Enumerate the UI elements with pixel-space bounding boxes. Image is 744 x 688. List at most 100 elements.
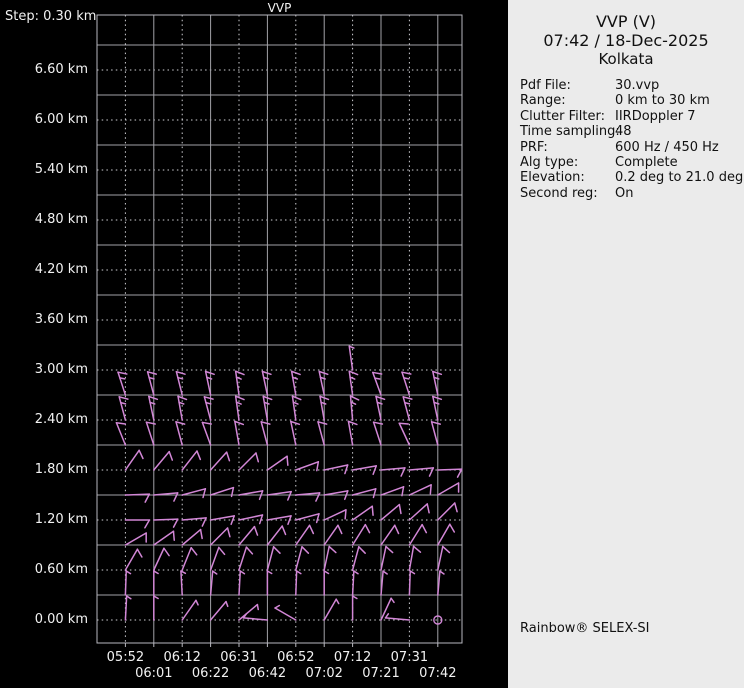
field-value: Complete bbox=[615, 155, 678, 170]
wind-barb bbox=[353, 489, 376, 498]
wind-barb bbox=[116, 423, 125, 445]
wind-barb bbox=[178, 396, 186, 420]
metadata-field-row: Time sampling:48 bbox=[520, 124, 744, 139]
metadata-field-row: Clutter Filter:IIRDoppler 7 bbox=[520, 109, 744, 124]
x-axis-label: 07:12 bbox=[329, 650, 377, 665]
chart-region: Step: 0.30 km VVP 6.60 km6.00 km5.40 km4… bbox=[0, 0, 508, 688]
wind-profile-plot bbox=[0, 0, 508, 688]
wind-barb bbox=[239, 547, 252, 570]
field-label: Pdf File: bbox=[520, 78, 615, 93]
wind-barb bbox=[154, 548, 169, 570]
metadata-field-row: Range:0 km to 30 km bbox=[520, 93, 744, 108]
y-axis-label: 4.80 km bbox=[0, 212, 88, 227]
wind-barb bbox=[182, 489, 205, 498]
field-label: PRF: bbox=[520, 140, 615, 155]
field-value: On bbox=[615, 186, 633, 201]
wind-barb bbox=[176, 422, 185, 445]
wind-barb bbox=[409, 525, 426, 545]
wind-barb bbox=[353, 466, 377, 474]
wind-barb bbox=[296, 525, 314, 545]
wind-barb bbox=[154, 452, 173, 470]
wind-barb bbox=[154, 596, 158, 620]
wind-barb bbox=[438, 571, 444, 595]
x-axis-label: 06:12 bbox=[158, 650, 206, 665]
wind-barb bbox=[267, 492, 291, 500]
wind-barb bbox=[353, 547, 366, 570]
wind-barb bbox=[211, 602, 228, 620]
y-axis-label: 5.40 km bbox=[0, 162, 88, 177]
wind-barb bbox=[154, 571, 158, 595]
wind-barb bbox=[182, 518, 206, 526]
y-axis-label: 0.60 km bbox=[0, 562, 88, 577]
wind-barb bbox=[202, 422, 211, 445]
wind-barb bbox=[261, 422, 270, 445]
wind-barb bbox=[381, 571, 387, 595]
wind-barb bbox=[349, 346, 354, 370]
brand-footer: Rainbow® SELEX-SI bbox=[520, 621, 650, 636]
wind-barb bbox=[296, 514, 319, 523]
wind-barb bbox=[182, 451, 200, 470]
vvp-window: Step: 0.30 km VVP 6.60 km6.00 km5.40 km4… bbox=[0, 0, 744, 688]
wind-barb bbox=[239, 527, 258, 545]
panel-site: Kolkata bbox=[508, 50, 744, 69]
x-axis-label: 06:01 bbox=[130, 666, 178, 681]
wind-barb bbox=[409, 546, 420, 570]
field-label: Elevation: bbox=[520, 170, 615, 185]
y-axis-label: 0.00 km bbox=[0, 612, 88, 627]
field-label: Alg type: bbox=[520, 155, 615, 170]
wind-barb bbox=[376, 397, 385, 420]
wind-barb bbox=[409, 485, 431, 495]
wind-barb bbox=[239, 515, 262, 524]
wind-barb bbox=[182, 600, 198, 620]
wind-barb bbox=[262, 372, 271, 395]
wind-barb bbox=[373, 372, 382, 395]
field-value: 0.2 deg to 21.0 deg bbox=[615, 170, 743, 185]
y-axis-label: 3.60 km bbox=[0, 312, 88, 327]
wind-barb bbox=[319, 372, 328, 395]
wind-barb bbox=[182, 548, 197, 570]
wind-barb bbox=[204, 397, 213, 420]
wind-barb bbox=[181, 571, 185, 595]
wind-barb bbox=[211, 528, 230, 545]
field-value: 0 km to 30 km bbox=[615, 93, 710, 108]
wind-barb bbox=[176, 372, 185, 395]
wind-barb bbox=[403, 397, 412, 420]
wind-barb bbox=[324, 547, 336, 570]
metadata-field-row: Second reg:On bbox=[520, 186, 744, 201]
x-axis-label: 06:52 bbox=[272, 650, 320, 665]
wind-barb bbox=[385, 614, 409, 620]
wind-barb bbox=[239, 571, 244, 595]
wind-barb bbox=[433, 397, 442, 420]
y-axis-label: 4.20 km bbox=[0, 262, 88, 277]
wind-barb bbox=[267, 526, 285, 545]
x-axis-label: 07:42 bbox=[414, 666, 462, 681]
y-axis-label: 1.20 km bbox=[0, 512, 88, 527]
wind-barb bbox=[351, 396, 359, 420]
wind-barb bbox=[381, 547, 393, 570]
x-axis-label: 06:31 bbox=[215, 650, 263, 665]
wind-barb bbox=[381, 525, 399, 545]
x-axis-label: 05:52 bbox=[101, 650, 149, 665]
wind-barb bbox=[267, 547, 280, 570]
wind-barb bbox=[154, 531, 174, 545]
wind-barb bbox=[292, 371, 300, 395]
y-axis-label: 2.40 km bbox=[0, 412, 88, 427]
y-axis-label: 6.60 km bbox=[0, 62, 88, 77]
wind-barb bbox=[318, 422, 327, 445]
y-axis-label: 3.00 km bbox=[0, 362, 88, 377]
x-axis-label: 07:02 bbox=[300, 666, 348, 681]
wind-barb bbox=[182, 530, 202, 545]
wind-barb bbox=[154, 493, 178, 501]
wind-barb bbox=[296, 493, 320, 501]
panel-title: VVP (V) bbox=[508, 12, 744, 31]
field-value: IIRDoppler 7 bbox=[615, 109, 696, 124]
wind-barb bbox=[409, 468, 433, 476]
wind-barb bbox=[381, 505, 401, 520]
wind-barb bbox=[236, 396, 244, 420]
wind-barb bbox=[296, 462, 319, 471]
field-label: Clutter Filter: bbox=[520, 109, 615, 124]
wind-barb bbox=[119, 397, 128, 420]
wind-barb bbox=[324, 510, 346, 520]
wind-barb bbox=[381, 598, 394, 620]
field-label: Time sampling: bbox=[520, 124, 615, 139]
